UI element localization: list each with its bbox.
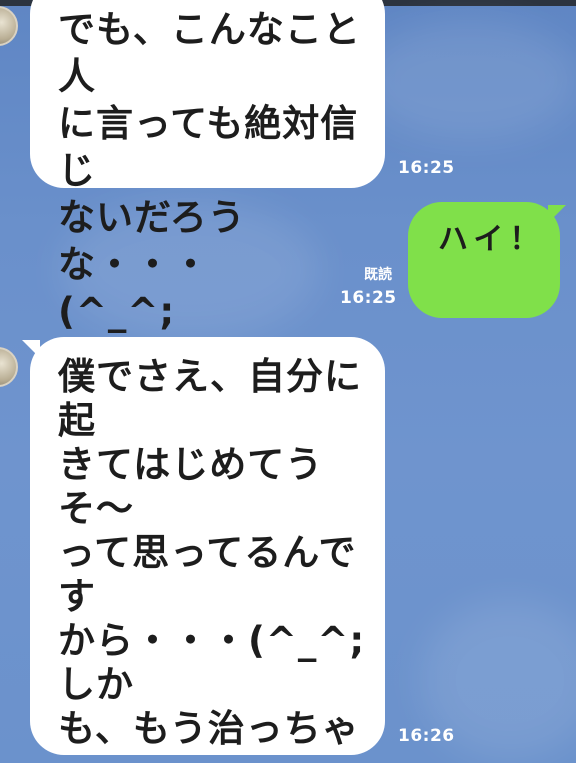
- message-time: 16:26: [398, 726, 455, 746]
- contact-avatar[interactable]: [0, 6, 18, 46]
- message-bubble-text[interactable]: ハイ！: [408, 202, 560, 318]
- message-bubble-text[interactable]: でも、こんなこと人 に言っても絶対信じ ないだろうな・・・ (^_^;: [30, 0, 385, 333]
- contact-avatar[interactable]: [0, 347, 18, 387]
- message-time: 16:25: [398, 158, 455, 178]
- background-cloud: [360, 20, 576, 140]
- message-time: 16:25: [340, 288, 397, 308]
- message-bubble-text[interactable]: 僕でさえ、自分に起 きてはじめてうそ〜 って思ってるんです から・・・(^_^;…: [30, 337, 385, 763]
- read-receipt: 既読: [364, 267, 392, 283]
